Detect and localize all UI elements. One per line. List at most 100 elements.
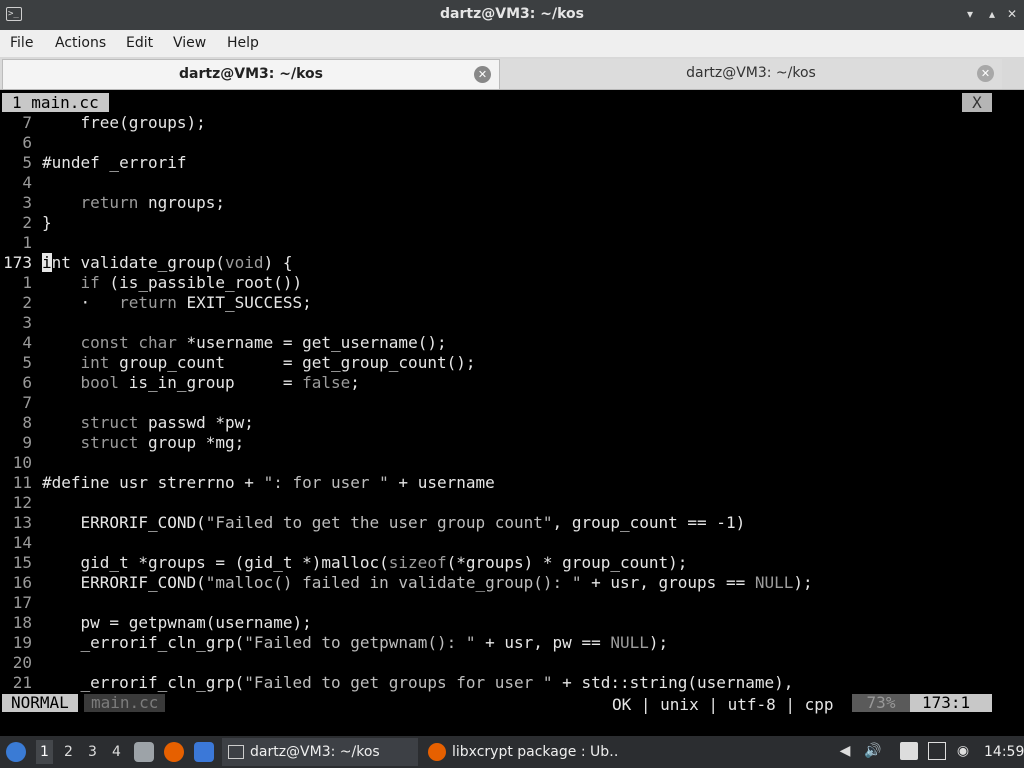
line-number: 2 xyxy=(22,293,32,312)
task-terminal[interactable]: dartz@VM3: ~/kos xyxy=(222,738,418,766)
line-number: 14 xyxy=(12,533,32,552)
text-cursor: i xyxy=(42,253,52,272)
line-code: ERRORIF_COND("Failed to get the user gro… xyxy=(42,513,746,532)
line-number: 13 xyxy=(12,513,32,532)
line-number: 17 xyxy=(12,593,32,612)
code-line[interactable]: 8 struct passwd *pw; xyxy=(0,413,1024,433)
tab-terminal-2[interactable]: dartz@VM3: ~/kos ✕ xyxy=(500,59,1002,89)
status-cursor-position: 173:1 xyxy=(910,694,992,712)
line-number: 4 xyxy=(22,173,32,192)
network-icon[interactable] xyxy=(928,742,946,760)
menu-edit[interactable]: Edit xyxy=(126,35,153,51)
code-line[interactable]: 6 xyxy=(0,133,1024,153)
minimize-button[interactable]: ▾ xyxy=(962,6,978,22)
clipboard-icon[interactable] xyxy=(900,742,918,760)
menu-view[interactable]: View xyxy=(173,35,206,51)
line-number: 5 xyxy=(22,353,32,372)
line-number: 3 xyxy=(22,193,32,212)
code-line[interactable]: 1 if (is_passible_root()) xyxy=(0,273,1024,293)
line-code: #undef _errorif xyxy=(42,153,187,172)
tab-close-icon[interactable]: ✕ xyxy=(977,65,994,82)
maximize-button[interactable]: ▴ xyxy=(984,6,1000,22)
code-line[interactable]: 18 pw = getpwnam(username); xyxy=(0,613,1024,633)
code-line[interactable]: 3 xyxy=(0,313,1024,333)
status-filename: main.cc xyxy=(84,694,166,712)
code-line[interactable]: 3 return ngroups; xyxy=(0,193,1024,213)
menu-bar: File Actions Edit View Help xyxy=(0,30,1024,58)
code-line[interactable]: 5 int group_count = get_group_count(); xyxy=(0,353,1024,373)
code-line[interactable]: 10 xyxy=(0,453,1024,473)
line-number: 10 xyxy=(12,453,32,472)
notification-icon[interactable]: ◀ xyxy=(836,742,854,760)
file-manager-icon[interactable] xyxy=(134,742,154,762)
tab-close-icon[interactable]: ✕ xyxy=(474,66,491,83)
code-line[interactable]: 173 int validate_group(void) { xyxy=(0,253,1024,273)
line-code: bool is_in_group = false; xyxy=(80,373,360,392)
workspace-2[interactable]: 2 xyxy=(64,744,73,760)
line-number: 4 xyxy=(22,333,32,352)
code-line[interactable]: 17 xyxy=(0,593,1024,613)
firefox-icon[interactable] xyxy=(164,742,184,762)
code-line[interactable]: 2} xyxy=(0,213,1024,233)
code-line[interactable]: 15 gid_t *groups = (gid_t *)malloc(sizeo… xyxy=(0,553,1024,573)
code-line[interactable]: 7 xyxy=(0,393,1024,413)
code-line[interactable]: 9 struct group *mg; xyxy=(0,433,1024,453)
code-line[interactable]: 16 ERRORIF_COND("malloc() failed in vali… xyxy=(0,573,1024,593)
status-fileinfo: OK | unix | utf-8 | cpp xyxy=(612,695,834,714)
workspace-3[interactable]: 3 xyxy=(88,744,97,760)
code-line[interactable]: 13 ERRORIF_COND("Failed to get the user … xyxy=(0,513,1024,533)
status-percent: 73% xyxy=(852,694,910,712)
line-code: _errorif_cln_grp("Failed to get groups f… xyxy=(42,673,794,692)
tab-bar: dartz@VM3: ~/kos ✕ dartz@VM3: ~/kos ✕ xyxy=(0,58,1024,90)
code-line[interactable]: 11 #define usr strerrno + ": for user " +… xyxy=(0,473,1024,493)
tab-label: dartz@VM3: ~/kos xyxy=(179,66,323,82)
menu-file[interactable]: File xyxy=(10,35,33,51)
tab-terminal-1[interactable]: dartz@VM3: ~/kos ✕ xyxy=(2,59,500,89)
code-line[interactable]: 12 xyxy=(0,493,1024,513)
code-editor[interactable]: 7 free(groups); 6 5 #undef _errorif 4 3 retur… xyxy=(0,113,1024,693)
line-number: 7 xyxy=(22,113,32,132)
code-line[interactable]: 4 const char *username = get_username(); xyxy=(0,333,1024,353)
line-number: 15 xyxy=(12,553,32,572)
task-label: libxcrypt package : Ub… xyxy=(452,744,620,760)
line-number: 1 xyxy=(22,273,32,292)
updates-icon[interactable]: ◉ xyxy=(954,742,972,760)
window-titlebar: >_ dartz@VM3: ~/kos ▾ ▴ ✕ xyxy=(0,0,1024,30)
code-line[interactable]: 7 free(groups); xyxy=(0,113,1024,133)
workspace-4[interactable]: 4 xyxy=(112,744,121,760)
code-line[interactable]: 19 _errorif_cln_grp("Failed to getpwnam(… xyxy=(0,633,1024,653)
line-code: free(groups); xyxy=(42,113,206,132)
menu-actions[interactable]: Actions xyxy=(55,35,106,51)
line-code: struct group *mg; xyxy=(80,433,245,452)
line-number: 173 xyxy=(3,253,32,272)
code-line[interactable]: 4 xyxy=(0,173,1024,193)
code-line[interactable]: 21 _errorif_cln_grp("Failed to get group… xyxy=(0,673,1024,693)
window-title: dartz@VM3: ~/kos xyxy=(440,6,584,22)
menu-help[interactable]: Help xyxy=(227,35,259,51)
vim-tab-close[interactable]: X xyxy=(962,93,992,112)
workspace-1[interactable]: 1 xyxy=(36,740,53,764)
code-line[interactable]: 20 xyxy=(0,653,1024,673)
task-firefox[interactable]: libxcrypt package : Ub… xyxy=(424,738,620,766)
code-line[interactable]: 2 · return EXIT_SUCCESS; xyxy=(0,293,1024,313)
start-menu-icon[interactable] xyxy=(6,742,26,762)
line-number: 5 xyxy=(22,153,32,172)
code-line[interactable]: 14 xyxy=(0,533,1024,553)
volume-icon[interactable]: 🔊 xyxy=(864,742,882,760)
code-line[interactable]: 6 bool is_in_group = false; xyxy=(0,373,1024,393)
line-code: struct passwd *pw; xyxy=(80,413,254,432)
terminal-area[interactable]: 1 main.cc X 7 free(groups); 6 5 #undef _err… xyxy=(0,91,1024,731)
line-code: gid_t *groups = (gid_t *)malloc(sizeof(*… xyxy=(42,553,688,572)
line-code: int group_count = get_group_count(); xyxy=(80,353,476,372)
firefox-icon xyxy=(428,743,446,761)
desktop-icon[interactable] xyxy=(194,742,214,762)
tab-label: dartz@VM3: ~/kos xyxy=(686,65,816,81)
code-line[interactable]: 5 #undef _errorif xyxy=(0,153,1024,173)
line-code: if (is_passible_root()) xyxy=(80,273,303,292)
code-line[interactable]: 1 xyxy=(0,233,1024,253)
line-number: 21 xyxy=(12,673,32,692)
line-number: 9 xyxy=(22,433,32,452)
line-number: 19 xyxy=(12,633,32,652)
vim-tab-label[interactable]: 1 main.cc xyxy=(2,93,109,112)
close-button[interactable]: ✕ xyxy=(1004,6,1020,22)
